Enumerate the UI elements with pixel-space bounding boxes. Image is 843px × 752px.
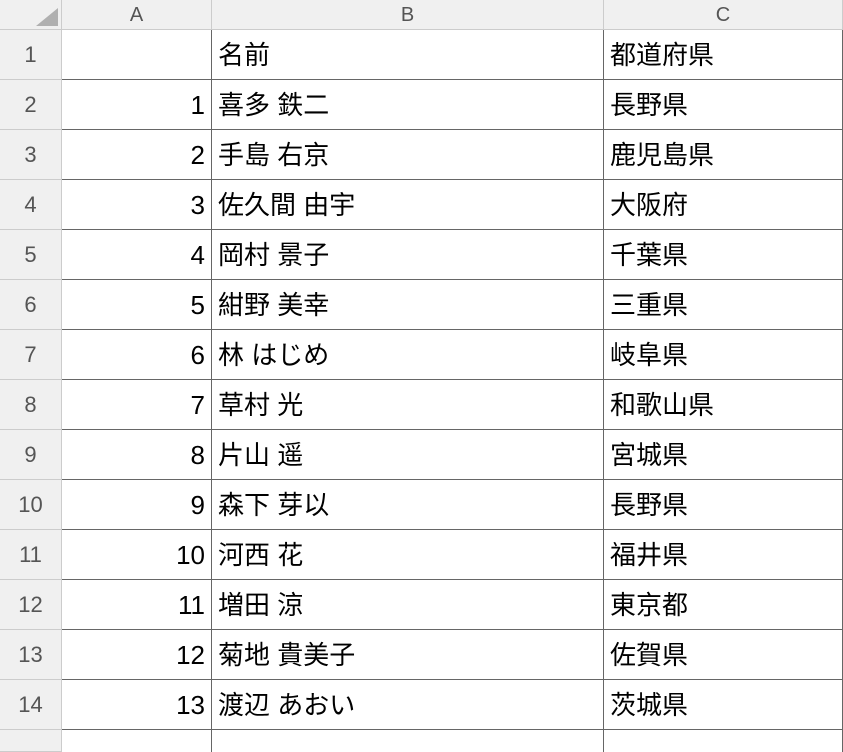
cell-a[interactable]: 1 (62, 80, 212, 130)
cell-c[interactable]: 和歌山県 (604, 380, 843, 430)
row-header[interactable]: 5 (0, 230, 62, 280)
cell-c[interactable]: 宮城県 (604, 430, 843, 480)
row-header[interactable]: 7 (0, 330, 62, 380)
row-header[interactable]: 6 (0, 280, 62, 330)
row-header[interactable]: 10 (0, 480, 62, 530)
cell-c[interactable]: 茨城県 (604, 680, 843, 730)
row-header-partial[interactable] (0, 730, 62, 752)
cell-b[interactable]: 片山 遥 (212, 430, 604, 480)
cell-a[interactable]: 7 (62, 380, 212, 430)
row-header[interactable]: 13 (0, 630, 62, 680)
cell-b-partial[interactable] (212, 730, 604, 752)
cell-c[interactable]: 長野県 (604, 80, 843, 130)
cell-a1[interactable] (62, 30, 212, 80)
cell-c[interactable]: 鹿児島県 (604, 130, 843, 180)
cell-b[interactable]: 菊地 貴美子 (212, 630, 604, 680)
cell-a[interactable]: 10 (62, 530, 212, 580)
cell-b[interactable]: 紺野 美幸 (212, 280, 604, 330)
cell-a[interactable]: 13 (62, 680, 212, 730)
row-header-1[interactable]: 1 (0, 30, 62, 80)
select-all-corner[interactable] (0, 0, 62, 30)
cell-b[interactable]: 渡辺 あおい (212, 680, 604, 730)
cell-a[interactable]: 8 (62, 430, 212, 480)
cell-b[interactable]: 佐久間 由宇 (212, 180, 604, 230)
row-header[interactable]: 11 (0, 530, 62, 580)
row-header[interactable]: 4 (0, 180, 62, 230)
cell-b[interactable]: 手島 右京 (212, 130, 604, 180)
cell-b[interactable]: 増田 涼 (212, 580, 604, 630)
cell-b[interactable]: 林 はじめ (212, 330, 604, 380)
cell-c[interactable]: 長野県 (604, 480, 843, 530)
cell-c-partial[interactable] (604, 730, 843, 752)
cell-a-partial[interactable] (62, 730, 212, 752)
cell-c[interactable]: 三重県 (604, 280, 843, 330)
cell-c[interactable]: 大阪府 (604, 180, 843, 230)
cell-a[interactable]: 11 (62, 580, 212, 630)
cell-a[interactable]: 4 (62, 230, 212, 280)
cell-b[interactable]: 森下 芽以 (212, 480, 604, 530)
cell-c[interactable]: 佐賀県 (604, 630, 843, 680)
column-header-c[interactable]: C (604, 0, 843, 30)
cell-a[interactable]: 2 (62, 130, 212, 180)
column-header-b[interactable]: B (212, 0, 604, 30)
cell-a[interactable]: 3 (62, 180, 212, 230)
spreadsheet-grid: A B C 1 名前 都道府県 2 1 喜多 鉄二 長野県 3 2 手島 右京 … (0, 0, 843, 752)
row-header[interactable]: 8 (0, 380, 62, 430)
cell-b1[interactable]: 名前 (212, 30, 604, 80)
row-header[interactable]: 3 (0, 130, 62, 180)
row-header[interactable]: 14 (0, 680, 62, 730)
row-header[interactable]: 12 (0, 580, 62, 630)
cell-b[interactable]: 草村 光 (212, 380, 604, 430)
cell-c[interactable]: 福井県 (604, 530, 843, 580)
cell-a[interactable]: 12 (62, 630, 212, 680)
row-header[interactable]: 9 (0, 430, 62, 480)
cell-b[interactable]: 喜多 鉄二 (212, 80, 604, 130)
row-header[interactable]: 2 (0, 80, 62, 130)
cell-c[interactable]: 東京都 (604, 580, 843, 630)
cell-a[interactable]: 6 (62, 330, 212, 380)
cell-a[interactable]: 9 (62, 480, 212, 530)
cell-c[interactable]: 千葉県 (604, 230, 843, 280)
cell-c[interactable]: 岐阜県 (604, 330, 843, 380)
column-header-a[interactable]: A (62, 0, 212, 30)
cell-c1[interactable]: 都道府県 (604, 30, 843, 80)
cell-b[interactable]: 岡村 景子 (212, 230, 604, 280)
cell-b[interactable]: 河西 花 (212, 530, 604, 580)
cell-a[interactable]: 5 (62, 280, 212, 330)
